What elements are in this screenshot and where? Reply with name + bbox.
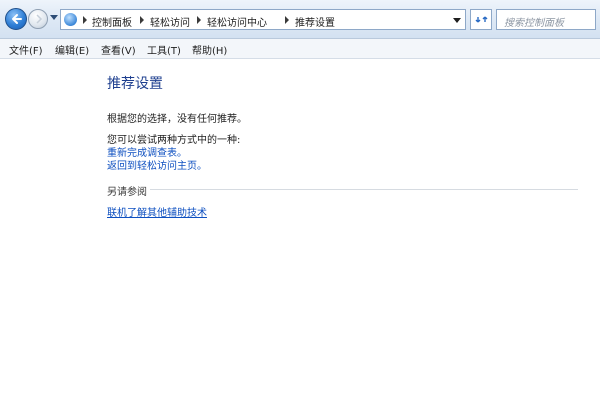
address-toolbar: 控制面板 轻松访问 轻松访问中心 推荐设置 搜索控制面板: [0, 0, 600, 39]
address-dropdown-icon[interactable]: [453, 18, 461, 23]
section-divider: [150, 189, 578, 190]
menu-view[interactable]: 查看(V): [101, 42, 136, 57]
forward-button[interactable]: [28, 9, 48, 29]
breadcrumb-ease-of-access[interactable]: 轻松访问: [150, 14, 190, 29]
see-also-heading: 另请参阅: [107, 187, 147, 198]
menu-file[interactable]: 文件(F): [9, 42, 43, 57]
breadcrumb-separator-icon[interactable]: [140, 16, 144, 24]
breadcrumb-separator-icon[interactable]: [285, 16, 289, 24]
no-recommendation-message: 根据您的选择，没有任何推荐。: [107, 114, 247, 125]
menu-bar: 文件(F) 编辑(E) 查看(V) 工具(T) 帮助(H): [0, 39, 600, 59]
refresh-icon: [475, 16, 488, 23]
address-bar[interactable]: 控制面板 轻松访问 轻松访问中心 推荐设置: [60, 9, 466, 30]
back-button[interactable]: [5, 8, 27, 30]
refresh-button[interactable]: [470, 9, 492, 30]
control-panel-icon: [64, 13, 77, 26]
recent-pages-dropdown[interactable]: [50, 15, 58, 20]
breadcrumb-control-panel[interactable]: 控制面板: [92, 14, 132, 29]
forward-arrow-icon: [36, 14, 43, 24]
breadcrumb-recommended-settings[interactable]: 推荐设置: [295, 14, 335, 29]
back-arrow-icon: [12, 14, 22, 24]
page-title: 推荐设置: [107, 76, 163, 92]
menu-tools[interactable]: 工具(T): [147, 42, 181, 57]
search-input[interactable]: 搜索控制面板: [496, 9, 596, 30]
breadcrumb-separator-icon[interactable]: [83, 16, 87, 24]
breadcrumb-ease-of-access-center[interactable]: 轻松访问中心: [207, 14, 267, 29]
return-home-link[interactable]: 返回到轻松访问主页。: [107, 157, 207, 172]
breadcrumb-separator-icon[interactable]: [197, 16, 201, 24]
assistive-tech-online-link[interactable]: 联机了解其他辅助技术: [107, 204, 207, 219]
menu-edit[interactable]: 编辑(E): [55, 42, 89, 57]
menu-help[interactable]: 帮助(H): [192, 42, 227, 57]
